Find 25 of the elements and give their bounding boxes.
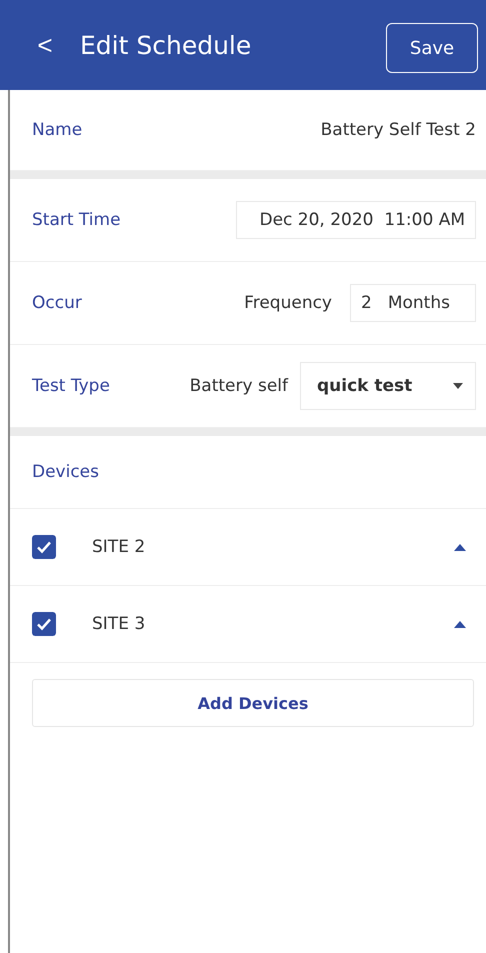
date-time-field[interactable]: Dec 20, 2020 11:00 AM (236, 201, 476, 239)
checkbox[interactable] (32, 612, 56, 636)
back-button[interactable]: < (10, 30, 80, 60)
section-label: Devices (32, 462, 100, 482)
dropdown-value: quick test (317, 376, 412, 396)
field-label: Start Time (32, 210, 122, 230)
field-label: Name (32, 120, 84, 140)
caret-down-icon (453, 383, 463, 389)
page-title: Edit Schedule (80, 30, 252, 60)
frequency-unit: Months (388, 293, 450, 313)
name-value: Battery Self Test 2 (320, 120, 476, 140)
field-label: Occur (32, 293, 83, 313)
test-type-prefix: Battery self (190, 376, 288, 396)
site-name[interactable]: SITE 2 (92, 537, 454, 557)
frequency-count: 2 (361, 293, 372, 313)
test-type-dropdown[interactable]: quick test (300, 362, 476, 410)
caret-up-icon[interactable] (454, 620, 466, 628)
caret-up-icon[interactable] (454, 544, 466, 550)
checkbox[interactable] (32, 535, 56, 559)
save-button[interactable]: Save (386, 23, 478, 73)
site-name[interactable]: SITE 3 (92, 614, 454, 634)
add-devices-button[interactable]: Add Devices (32, 679, 474, 727)
field-label: Test Type (32, 376, 111, 396)
frequency-field[interactable]: 2 Months (350, 284, 476, 322)
frequency-label: Frequency (244, 293, 332, 313)
